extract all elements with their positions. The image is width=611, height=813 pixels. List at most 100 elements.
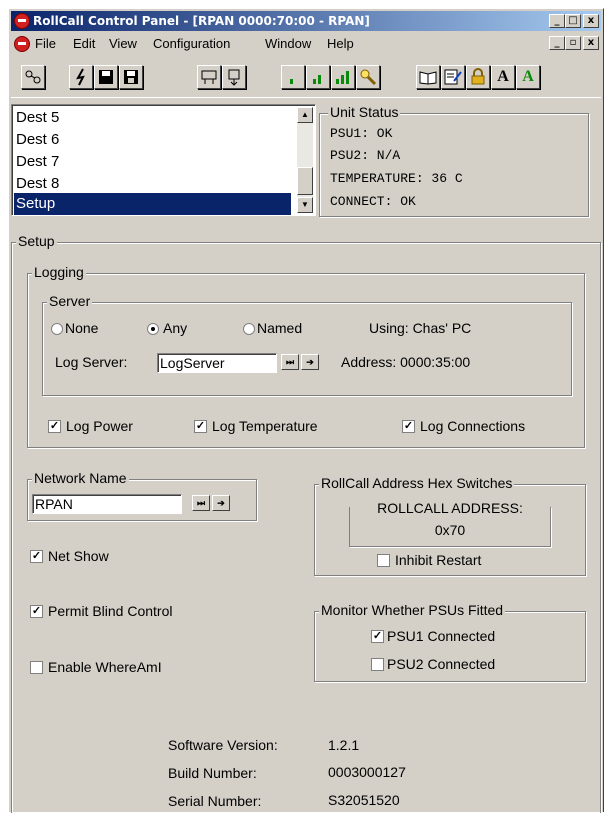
- scroll-up-icon[interactable]: ▲: [297, 107, 313, 123]
- net-show-label[interactable]: Net Show: [48, 548, 109, 564]
- list-scrollbar[interactable]: ▲ ▼: [297, 107, 313, 213]
- serial-number-label: Serial Number:: [168, 793, 262, 809]
- log-connections-label[interactable]: Log Connections: [420, 418, 525, 434]
- log-server-label: Log Server:: [55, 354, 128, 370]
- menu-window[interactable]: Window: [265, 36, 311, 51]
- font-a-icon[interactable]: A: [491, 65, 515, 89]
- main-window: RollCall Control Panel - [RPAN 0000:70:0…: [8, 8, 604, 813]
- hex-switches-legend: RollCall Address Hex Switches: [319, 475, 515, 491]
- radio-none-label[interactable]: None: [65, 320, 98, 336]
- server-group: Server None Any Named Using: Chas' PC Lo…: [42, 293, 572, 396]
- using-text: Using: Chas' PC: [369, 320, 472, 336]
- arrow-right-icon[interactable]: ➔: [301, 354, 319, 370]
- network-skip-icon[interactable]: ⏭: [192, 495, 210, 511]
- psu2-connected-checkbox[interactable]: [371, 658, 384, 671]
- menu-edit[interactable]: Edit: [73, 36, 95, 51]
- software-version-label: Software Version:: [168, 737, 278, 753]
- setup-legend: Setup: [16, 233, 57, 249]
- permit-blind-control-label[interactable]: Permit Blind Control: [48, 603, 173, 619]
- log-temperature-checkbox[interactable]: ✓: [194, 420, 207, 433]
- download-icon[interactable]: [222, 65, 246, 89]
- permit-blind-control-checkbox[interactable]: ✓: [30, 605, 43, 618]
- menu-file[interactable]: File: [35, 36, 56, 51]
- hex-switches-group: RollCall Address Hex Switches ROLLCALL A…: [314, 475, 586, 576]
- log-server-input[interactable]: LogServer: [157, 353, 277, 373]
- dest-listbox[interactable]: Dest 5 Dest 6 Dest 7 Dest 8 Setup ▲ ▼: [11, 104, 316, 216]
- radio-none[interactable]: [51, 323, 63, 335]
- maximize-button[interactable]: □: [565, 14, 581, 28]
- mdi-close-button[interactable]: x: [583, 36, 599, 50]
- close-button[interactable]: x: [583, 14, 599, 28]
- log-connections-checkbox[interactable]: ✓: [402, 420, 415, 433]
- document-icon[interactable]: [14, 36, 30, 52]
- psu1-connected-checkbox[interactable]: ✓: [371, 630, 384, 643]
- mdi-restore-button[interactable]: ▫: [565, 36, 581, 50]
- enable-whereami-label[interactable]: Enable WhereAmI: [48, 659, 162, 675]
- list-item-dest-5[interactable]: Dest 5: [14, 107, 291, 129]
- save-all-icon[interactable]: [119, 65, 143, 89]
- title-bar[interactable]: RollCall Control Panel - [RPAN 0000:70:0…: [11, 11, 601, 31]
- inhibit-restart-checkbox[interactable]: [377, 554, 390, 567]
- radio-any-label[interactable]: Any: [163, 320, 187, 336]
- server-legend: Server: [47, 293, 93, 309]
- scroll-down-icon[interactable]: ▼: [297, 197, 313, 213]
- radio-named-label[interactable]: Named: [257, 320, 302, 336]
- radio-any[interactable]: [147, 323, 159, 335]
- scroll-thumb[interactable]: [297, 167, 313, 195]
- list-item-dest-7[interactable]: Dest 7: [14, 151, 291, 173]
- psu2-connected-label[interactable]: PSU2 Connected: [387, 656, 495, 672]
- network-name-group: Network Name RPAN ⏭ ➔: [27, 470, 257, 521]
- psus-legend: Monitor Whether PSUs Fitted: [319, 602, 506, 618]
- net-show-checkbox[interactable]: ✓: [30, 550, 43, 563]
- lock-icon[interactable]: [466, 65, 490, 89]
- menu-configuration[interactable]: Configuration: [153, 36, 230, 51]
- unit-status-group: Unit Status PSU1: OK PSU2: N/A TEMPERATU…: [319, 104, 589, 217]
- toolbar: A A: [11, 55, 601, 98]
- unit-status-legend: Unit Status: [328, 104, 401, 120]
- serial-number-value: S32051520: [328, 792, 400, 808]
- list-item-dest-6[interactable]: Dest 6: [14, 129, 291, 151]
- rollcall-app-icon[interactable]: [14, 13, 30, 29]
- network-arrow-right-icon[interactable]: ➔: [212, 495, 230, 511]
- software-version-value: 1.2.1: [328, 737, 360, 753]
- radio-named[interactable]: [243, 323, 255, 335]
- rollcall-address-box: ROLLCALL ADDRESS: 0x70: [349, 500, 551, 547]
- psu1-connected-label[interactable]: PSU1 Connected: [387, 628, 495, 644]
- signal-high-icon[interactable]: [331, 65, 355, 89]
- skip-icon[interactable]: ⏭: [281, 354, 299, 370]
- scan-icon[interactable]: [197, 65, 221, 89]
- save-disk-icon[interactable]: [94, 65, 118, 89]
- minimize-button[interactable]: _: [549, 14, 565, 28]
- connect-status: CONNECT: OK: [330, 194, 416, 209]
- setup-group: Setup Logging Server None Any Named Usin…: [11, 233, 601, 813]
- enable-whereami-checkbox[interactable]: [30, 661, 43, 674]
- menu-view[interactable]: View: [109, 36, 137, 51]
- psu2-status: PSU2: N/A: [330, 148, 401, 163]
- inhibit-restart-label[interactable]: Inhibit Restart: [395, 552, 481, 568]
- list-item-setup[interactable]: Setup: [14, 193, 291, 215]
- signal-medium-icon[interactable]: [306, 65, 330, 89]
- menu-help[interactable]: Help: [327, 36, 354, 51]
- network-name-input[interactable]: RPAN: [32, 494, 182, 514]
- log-temperature-label[interactable]: Log Temperature: [212, 418, 318, 434]
- log-power-checkbox[interactable]: ✓: [48, 420, 61, 433]
- address-text: Address: 0000:35:00: [341, 354, 471, 370]
- search-icon[interactable]: [356, 65, 380, 89]
- psu1-status: PSU1: OK: [330, 126, 393, 141]
- temperature-status: TEMPERATURE: 36 C: [330, 171, 463, 186]
- signal-low-icon[interactable]: [281, 65, 305, 89]
- mdi-minimize-button[interactable]: _: [549, 36, 565, 50]
- log-power-label[interactable]: Log Power: [66, 418, 133, 434]
- network-icon[interactable]: [21, 65, 45, 89]
- book-icon[interactable]: [416, 65, 440, 89]
- logging-group: Logging Server None Any Named Using: Cha…: [27, 264, 585, 448]
- lightning-icon[interactable]: [69, 65, 93, 89]
- rollcall-address-value: 0x70: [434, 522, 466, 538]
- network-name-legend: Network Name: [32, 470, 129, 486]
- logging-legend: Logging: [32, 264, 86, 280]
- edit-form-icon[interactable]: [441, 65, 465, 89]
- font-a-green-icon[interactable]: A: [516, 65, 540, 89]
- psus-group: Monitor Whether PSUs Fitted ✓ PSU1 Conne…: [314, 602, 586, 682]
- window-title: RollCall Control Panel - [RPAN 0000:70:0…: [33, 14, 370, 28]
- list-item-dest-8[interactable]: Dest 8: [14, 173, 291, 195]
